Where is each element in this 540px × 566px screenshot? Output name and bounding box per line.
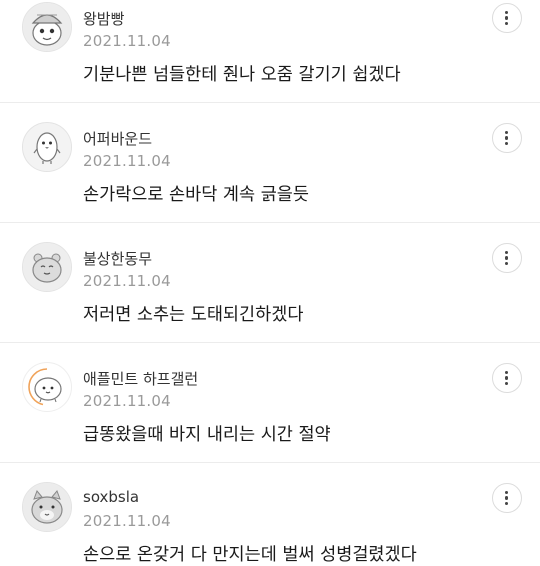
comment-list: 왕밤빵 2021.11.04 기분나쁜 넘들한테 줜나 오줌 갈기기 쉽겠다 어… — [0, 0, 540, 566]
comment-text: 손가락으로 손바닥 계속 긁을듯 — [83, 185, 309, 205]
penguin-avatar-icon[interactable] — [22, 122, 72, 172]
hamster-avatar-icon[interactable] — [22, 242, 72, 292]
more-vertical-icon — [505, 250, 509, 266]
comment-username[interactable]: 어퍼바운드 — [83, 128, 152, 149]
more-options-button[interactable] — [492, 123, 522, 153]
comment-item: 불상한동무 2021.11.04 저러면 소추는 도태되긴하겠다 — [0, 223, 540, 343]
more-options-button[interactable] — [492, 363, 522, 393]
cat-avatar-icon[interactable] — [22, 482, 72, 532]
comment-text: 급똥왔을때 바지 내리는 시간 절약 — [83, 425, 331, 445]
comment-date: 2021.11.04 — [83, 32, 171, 50]
more-vertical-icon — [505, 10, 509, 26]
comment-date: 2021.11.04 — [83, 272, 171, 290]
more-options-button[interactable] — [492, 243, 522, 273]
comment-date: 2021.11.04 — [83, 152, 171, 170]
comment-username[interactable]: 불상한동무 — [83, 248, 152, 269]
comment-username[interactable]: soxbsla — [83, 488, 139, 506]
more-options-button[interactable] — [492, 3, 522, 33]
comment-item: soxbsla 2021.11.04 손으로 온갖거 다 만지는데 벌써 성병걸… — [0, 463, 540, 566]
more-vertical-icon — [505, 130, 509, 146]
more-vertical-icon — [505, 490, 509, 506]
more-vertical-icon — [505, 370, 509, 386]
comment-username[interactable]: 왕밤빵 — [83, 8, 124, 29]
blob-avatar-icon[interactable] — [22, 362, 72, 412]
character-avatar-icon[interactable] — [22, 2, 72, 52]
comment-date: 2021.11.04 — [83, 512, 171, 530]
comment-text: 기분나쁜 넘들한테 줜나 오줌 갈기기 쉽겠다 — [83, 65, 401, 85]
comment-item: 애플민트 하프갤런 2021.11.04 급똥왔을때 바지 내리는 시간 절약 — [0, 343, 540, 463]
comment-text: 손으로 온갖거 다 만지는데 벌써 성병걸렸겠다 — [83, 545, 417, 565]
comment-text: 저러면 소추는 도태되긴하겠다 — [83, 305, 304, 325]
more-options-button[interactable] — [492, 483, 522, 513]
comment-date: 2021.11.04 — [83, 392, 171, 410]
comment-username[interactable]: 애플민트 하프갤런 — [83, 368, 198, 389]
comment-item: 왕밤빵 2021.11.04 기분나쁜 넘들한테 줜나 오줌 갈기기 쉽겠다 — [0, 0, 540, 103]
comment-item: 어퍼바운드 2021.11.04 손가락으로 손바닥 계속 긁을듯 — [0, 103, 540, 223]
